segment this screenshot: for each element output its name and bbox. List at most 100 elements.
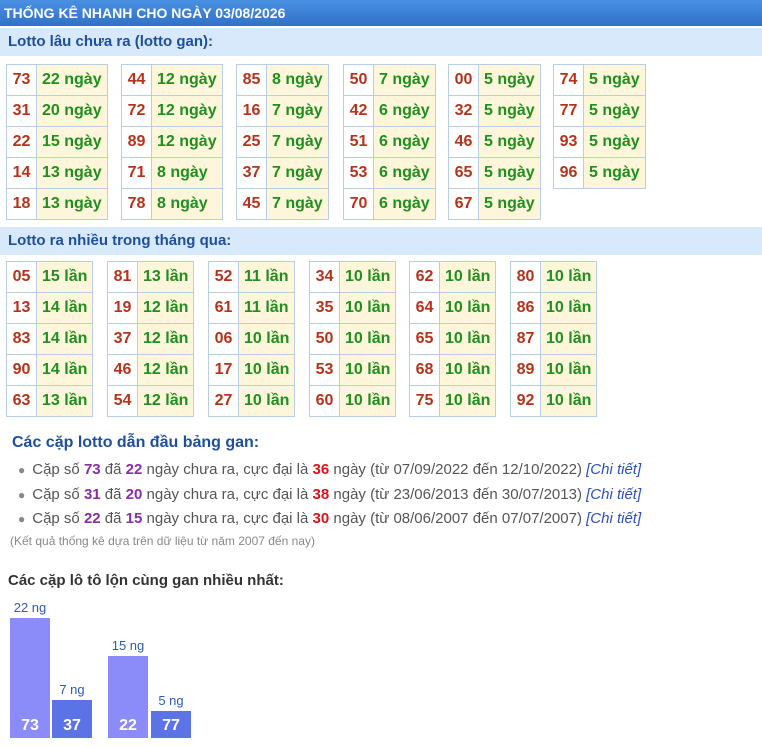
nhieu-count: 10 lần bbox=[539, 261, 598, 293]
gan-count: 7 ngày bbox=[266, 188, 329, 220]
chart-title: Các cặp lô tô lộn cùng gan nhiều nhất: bbox=[8, 572, 284, 589]
nhieu-number: 53 bbox=[309, 354, 340, 386]
pair-range: ngày (từ 07/09/2022 đến 12/10/2022) bbox=[329, 461, 587, 478]
nhieu-count: 10 lần bbox=[338, 323, 397, 355]
gan-number: 85 bbox=[236, 64, 267, 96]
gan-number: 89 bbox=[121, 126, 152, 158]
table-row: 32 5 ngày bbox=[448, 95, 541, 127]
gan-number: 78 bbox=[121, 188, 152, 220]
gan-number: 96 bbox=[553, 157, 584, 189]
gan-number: 25 bbox=[236, 126, 267, 158]
gan-number: 53 bbox=[343, 157, 374, 189]
chart-bar: 73 bbox=[10, 618, 50, 738]
table-row: 72 12 ngày bbox=[121, 95, 223, 127]
table-row: 73 22 ngày bbox=[6, 64, 108, 96]
pair-number: 31 bbox=[83, 485, 101, 503]
nhieu-count: 10 lần bbox=[237, 385, 296, 417]
pair-max: 30 bbox=[312, 510, 330, 527]
gan-count: 6 ngày bbox=[373, 157, 436, 189]
gan-count: 22 ngày bbox=[36, 64, 108, 96]
nhieu-count: 15 lần bbox=[35, 261, 94, 293]
nhieu-count: 11 lần bbox=[237, 261, 296, 293]
nhieu-number: 64 bbox=[409, 292, 440, 324]
table-row: 13 14 lần bbox=[6, 292, 94, 324]
table-row: 65 5 ngày bbox=[448, 157, 541, 189]
nhieu-count: 13 lần bbox=[136, 261, 195, 293]
table-row: 53 6 ngày bbox=[343, 157, 436, 189]
nhieu-number: 27 bbox=[208, 385, 239, 417]
nhieu-number: 90 bbox=[6, 354, 37, 386]
gan-number: 51 bbox=[343, 126, 374, 158]
nhieu-number: 37 bbox=[107, 323, 138, 355]
nhieu-count: 14 lần bbox=[35, 292, 94, 324]
nhieu-number: 17 bbox=[208, 354, 239, 386]
gan-number: 50 bbox=[343, 64, 374, 96]
page: THỐNG KÊ NHANH CHO NGÀY 03/08/2026 Lotto… bbox=[0, 0, 762, 748]
gan-count: 7 ngày bbox=[373, 64, 436, 96]
table-row: 44 12 ngày bbox=[121, 64, 223, 96]
detail-link[interactable]: [Chi tiết] bbox=[586, 461, 641, 478]
nhieu-count: 10 lần bbox=[539, 292, 598, 324]
gan-number: 22 bbox=[6, 126, 37, 158]
nhieu-number: 61 bbox=[208, 292, 239, 324]
nhieu-number: 13 bbox=[6, 292, 37, 324]
pair-max: 38 bbox=[312, 485, 330, 503]
nhieu-number: 60 bbox=[309, 385, 340, 417]
table-row: 60 10 lần bbox=[309, 385, 397, 417]
table-row: 83 14 lần bbox=[6, 323, 94, 355]
table-row: 27 10 lần bbox=[208, 385, 296, 417]
gan-number: 73 bbox=[6, 64, 37, 96]
nhieu-number: 62 bbox=[409, 261, 440, 293]
pair-number: 22 bbox=[83, 510, 101, 527]
table-row: 87 10 lần bbox=[510, 323, 598, 355]
nhieu-count: 10 lần bbox=[438, 292, 497, 324]
table-row: 25 7 ngày bbox=[236, 126, 329, 158]
nhieu-number: 75 bbox=[409, 385, 440, 417]
nhieu-number: 86 bbox=[510, 292, 541, 324]
table-row: 89 12 ngày bbox=[121, 126, 223, 158]
table-row: 06 10 lần bbox=[208, 323, 296, 355]
nhieu-count: 12 lần bbox=[136, 292, 195, 324]
nhieu-count: 10 lần bbox=[438, 354, 497, 386]
gan-table: 74 5 ngày 77 5 ngày 93 5 ngày 96 5 ngày bbox=[553, 64, 646, 189]
table-row: 70 6 ngày bbox=[343, 188, 436, 220]
table-row: 14 13 ngày bbox=[6, 157, 108, 189]
detail-link[interactable]: [Chi tiết] bbox=[586, 486, 641, 503]
pair-max: 36 bbox=[312, 461, 330, 478]
nhieu-count: 10 lần bbox=[338, 261, 397, 293]
nhieu-count: 12 lần bbox=[136, 385, 195, 417]
nhieu-table: 34 10 lần 35 10 lần 50 10 lần 53 10 lần 60 10 lần bbox=[309, 261, 397, 417]
list-item: ● Cặp số 31 đã 20 ngày chưa ra, cực đại l… bbox=[18, 483, 641, 508]
nhieu-number: 80 bbox=[510, 261, 541, 293]
gan-count: 7 ngày bbox=[266, 126, 329, 158]
gan-number: 42 bbox=[343, 95, 374, 127]
gan-count: 8 ngày bbox=[151, 157, 223, 189]
gan-count: 5 ngày bbox=[478, 157, 541, 189]
chart-bar: 22 bbox=[108, 656, 148, 738]
pair-days: 15 bbox=[125, 510, 143, 527]
nhieu-count: 10 lần bbox=[237, 354, 296, 386]
nhieu-count: 10 lần bbox=[539, 354, 598, 386]
nhieu-number: 81 bbox=[107, 261, 138, 293]
gan-count: 15 ngày bbox=[36, 126, 108, 158]
nhieu-count: 10 lần bbox=[438, 261, 497, 293]
table-row: 37 12 lần bbox=[107, 323, 195, 355]
chart-value-label: 22 ng bbox=[13, 600, 47, 615]
nhieu-number: 54 bbox=[107, 385, 138, 417]
gan-number: 67 bbox=[448, 188, 479, 220]
gan-count: 8 ngày bbox=[151, 188, 223, 220]
table-row: 85 8 ngày bbox=[236, 64, 329, 96]
table-row: 34 10 lần bbox=[309, 261, 397, 293]
table-row: 53 10 lần bbox=[309, 354, 397, 386]
detail-link[interactable]: [Chi tiết] bbox=[586, 510, 641, 527]
pair-days: 20 bbox=[125, 485, 143, 503]
gan-count: 5 ngày bbox=[583, 126, 646, 158]
table-row: 64 10 lần bbox=[409, 292, 497, 324]
gan-number: 72 bbox=[121, 95, 152, 127]
gan-table: 00 5 ngày 32 5 ngày 46 5 ngày 65 5 ngày 67 5 ngày bbox=[448, 64, 541, 220]
gan-section-title: Lotto lâu chưa ra (lotto gan): bbox=[0, 28, 762, 56]
list-item: ● Cặp số 73 đã 22 ngày chưa ra, cực đại l… bbox=[18, 458, 641, 483]
table-row: 46 12 lần bbox=[107, 354, 195, 386]
pairs-list: ● Cặp số 73 đã 22 ngày chưa ra, cực đại l… bbox=[18, 458, 641, 532]
nhieu-number: 46 bbox=[107, 354, 138, 386]
